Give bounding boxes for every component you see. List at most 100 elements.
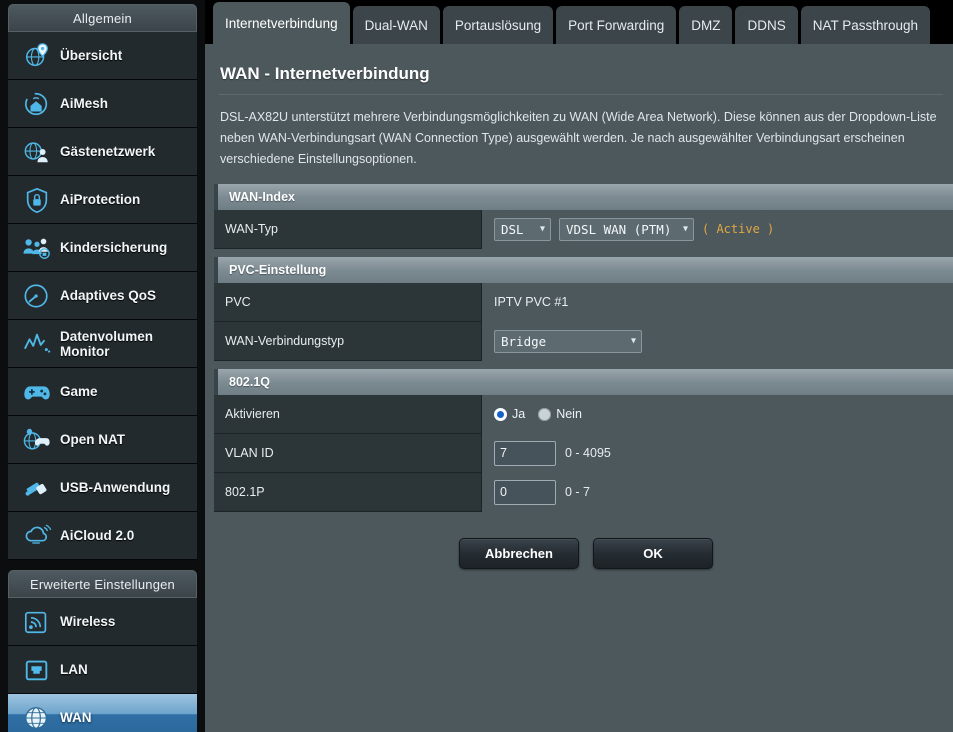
conn-type-select-wrap: Bridge ▾: [494, 329, 642, 353]
label-enable: Aktivieren: [214, 394, 482, 434]
value-wan-connection-type: Bridge ▾: [482, 321, 953, 361]
traffic-chart-icon: [18, 327, 56, 361]
radio-enable-yes[interactable]: Ja: [494, 407, 525, 421]
sidebar-item-label: AiCloud 2.0: [60, 528, 135, 543]
gauge-icon: [18, 279, 56, 313]
value-vlan-id: 0 - 4095: [482, 433, 953, 473]
radio-group-enable: Ja Nein: [494, 407, 591, 421]
page-title: WAN - Internetverbindung: [220, 64, 430, 83]
sidebar-item-label: Gästenetzwerk: [60, 144, 156, 159]
sidebar-item-aiprotection[interactable]: AiProtection: [8, 176, 197, 224]
globe-icon: [18, 701, 56, 732]
tab-dmz[interactable]: DMZ: [679, 6, 733, 46]
ok-button[interactable]: OK: [593, 538, 713, 569]
tab-port-forwarding[interactable]: Port Forwarding: [556, 6, 677, 46]
value-dot1p: 0 - 7: [482, 472, 953, 512]
sidebar-item-label: Adaptives QoS: [60, 288, 157, 303]
sidebar-item-label: Kindersicherung: [60, 240, 168, 255]
radio-dot-icon: [538, 407, 552, 421]
label-pvc: PVC: [214, 282, 482, 322]
sidebar-group-advanced: Erweiterte Einstellungen Wireless LAN WAN: [0, 570, 205, 732]
label-vlan-id: VLAN ID: [214, 433, 482, 473]
sidebar-item-open-nat[interactable]: Open NAT: [8, 416, 197, 464]
sidebar-item-aimesh[interactable]: AiMesh: [8, 80, 197, 128]
sidebar-item-label: USB-Anwendung: [60, 480, 171, 495]
gamepad-icon: [18, 375, 56, 409]
sidebar-item-aicloud-2-0[interactable]: AiCloud 2.0: [8, 512, 197, 560]
radio-label-yes: Ja: [512, 407, 526, 421]
sidebar-item-label: Open NAT: [60, 432, 125, 447]
row-enable-dot1q: Aktivieren Ja Nein: [214, 394, 953, 434]
family-icon: [18, 231, 56, 265]
cloud-icon: [18, 519, 56, 553]
sidebar-item-label: Übersicht: [60, 48, 123, 63]
wifi-signal-icon: [18, 605, 56, 639]
vlan-id-input[interactable]: [494, 440, 556, 466]
sidebar-item-usb-anwendung[interactable]: USB-Anwendung: [8, 464, 197, 512]
sidebar-item-kindersicherung[interactable]: Kindersicherung: [8, 224, 197, 272]
sidebar-item-bersicht[interactable]: Übersicht: [8, 32, 197, 80]
section-header-pvc: PVC-Einstellung: [214, 257, 953, 283]
globe-pin-icon: [18, 39, 56, 73]
tab-dual-wan[interactable]: Dual-WAN: [352, 6, 440, 46]
wan-mode-select-wrap: VDSL WAN (PTM) ▾: [559, 217, 694, 241]
sidebar-item-label: AiMesh: [60, 96, 109, 111]
tab-internetverbindung[interactable]: Internetverbindung: [213, 2, 350, 46]
content-area: WAN - Internetverbindung DSL-AX82U unter…: [205, 44, 953, 732]
row-pvc: PVC IPTV PVC #1: [214, 282, 953, 322]
label-wan-type: WAN-Typ: [214, 209, 482, 249]
sidebar-item-adaptives-qos[interactable]: Adaptives QoS: [8, 272, 197, 320]
dot1p-hint: 0 - 7: [565, 485, 591, 499]
sidebar-item-label: Game: [60, 384, 98, 399]
shield-lock-icon: [18, 183, 56, 217]
sidebar-item-lan[interactable]: LAN: [8, 646, 197, 694]
router-admin-page: Allgemein Übersicht AiMesh Gästenetzwerk AiP…: [0, 0, 953, 732]
mesh-home-icon: [18, 87, 56, 121]
cancel-button[interactable]: Abbrechen: [459, 538, 579, 569]
sidebar-item-wan[interactable]: WAN: [8, 694, 197, 732]
sidebar-item-wireless[interactable]: Wireless: [8, 598, 197, 646]
wan-connection-type-select[interactable]: Bridge: [494, 329, 642, 353]
sidebar-item-label: WAN: [60, 710, 92, 725]
value-wan-type: DSL ▾ VDSL WAN (PTM) ▾ ( Active ): [482, 209, 953, 249]
globe-gamepad-icon: [18, 423, 56, 457]
value-enable: Ja Nein: [482, 394, 953, 434]
section-header-dot1q: 802.1Q: [214, 369, 953, 395]
tab-bar: Internetverbindung Dual-WAN Portauslösung P…: [205, 0, 953, 46]
radio-enable-no[interactable]: Nein: [538, 407, 582, 421]
sidebar: Allgemein Übersicht AiMesh Gästenetzwerk AiP…: [0, 0, 205, 732]
sidebar-item-label: LAN: [60, 662, 88, 677]
sidebar-group-general: Allgemein Übersicht AiMesh Gästenetzwerk AiP…: [0, 4, 205, 560]
usb-icon: [18, 471, 56, 505]
panel-wan-index: WAN-Index WAN-Typ DSL ▾ VDSL WAN (PTM) ▾…: [214, 184, 953, 569]
vlan-id-hint: 0 - 4095: [565, 446, 611, 460]
globe-users-icon: [18, 135, 56, 169]
sidebar-item-datenvolumen-monitor[interactable]: Datenvolumen Monitor: [8, 320, 197, 368]
wan-type-select[interactable]: DSL: [494, 217, 551, 241]
value-pvc: IPTV PVC #1: [482, 282, 953, 322]
row-wan-type: WAN-Typ DSL ▾ VDSL WAN (PTM) ▾ (Active …: [214, 209, 953, 249]
sidebar-group-title: Allgemein: [8, 4, 197, 32]
row-vlan-id: VLAN ID 0 - 4095: [214, 433, 953, 473]
sidebar-item-label: Datenvolumen Monitor: [60, 328, 154, 359]
tab-portausl-sung[interactable]: Portauslösung: [442, 6, 554, 46]
sidebar-item-g-stenetzwerk[interactable]: Gästenetzwerk: [8, 128, 197, 176]
wan-mode-select[interactable]: VDSL WAN (PTM): [559, 217, 694, 241]
radio-dot-icon: [494, 407, 507, 421]
wan-active-status: ( Active ): [702, 222, 775, 236]
tab-nat-passthrough[interactable]: NAT Passthrough: [800, 6, 931, 46]
section-header-wan-index: WAN-Index: [214, 184, 953, 210]
page-description: DSL-AX82U unterstützt mehrere Verbindung…: [220, 110, 937, 166]
wan-type-select-wrap: DSL ▾: [494, 217, 551, 241]
sidebar-item-label: AiProtection: [60, 192, 141, 207]
label-dot1p: 802.1P: [214, 472, 482, 512]
row-wan-connection-type: WAN-Verbindungstyp Bridge ▾: [214, 321, 953, 361]
ethernet-port-icon: [18, 653, 56, 687]
radio-label-no: Nein: [556, 407, 582, 421]
sidebar-item-label: Wireless: [60, 614, 116, 629]
tab-ddns[interactable]: DDNS: [735, 6, 798, 46]
sidebar-item-game[interactable]: Game: [8, 368, 197, 416]
form-actions: Abbrechen OK: [214, 520, 953, 569]
sidebar-group-title: Erweiterte Einstellungen: [8, 570, 197, 598]
dot1p-input[interactable]: [494, 479, 556, 505]
